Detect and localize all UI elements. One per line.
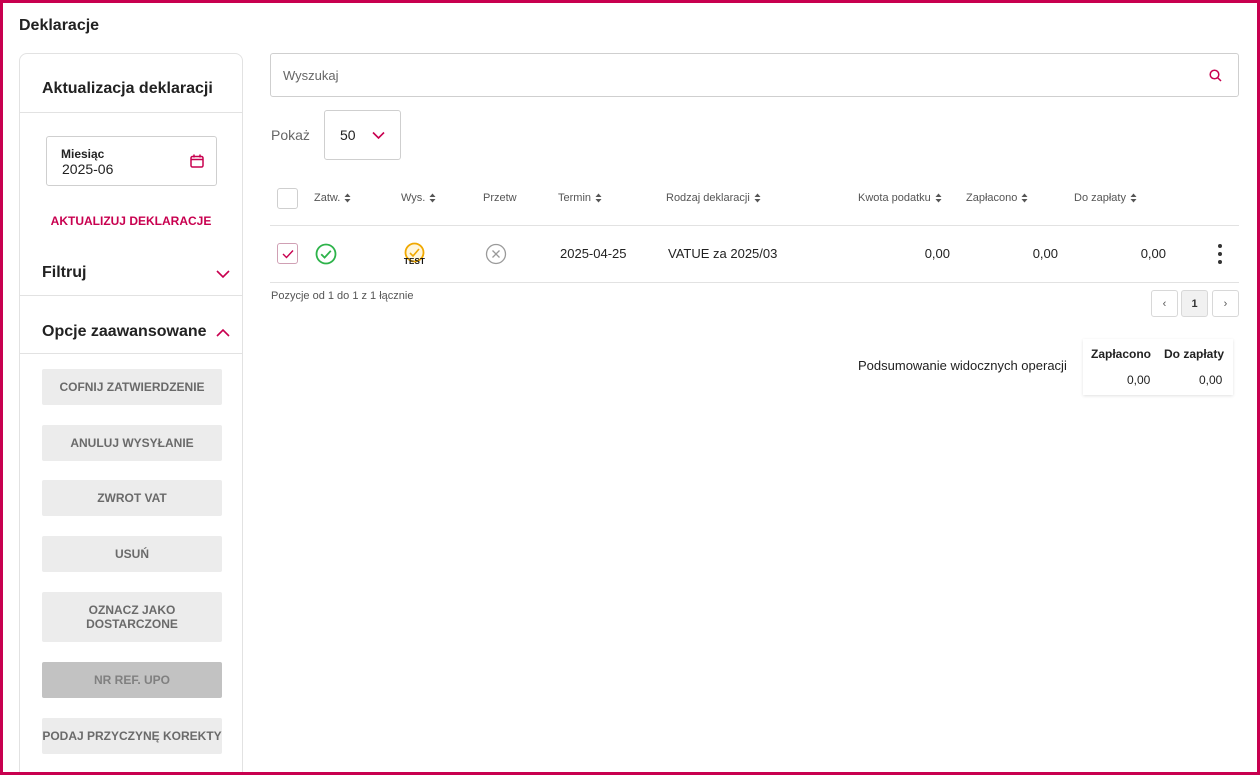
sort-icon	[1130, 193, 1137, 203]
divider	[20, 353, 242, 354]
vat-refund-button[interactable]: ZWROT VAT	[42, 480, 222, 516]
divider	[20, 295, 242, 296]
advanced-toggle[interactable]: Opcje zaawansowane	[42, 323, 242, 341]
header-declaration-type[interactable]: Rodzaj deklaracji	[666, 192, 761, 204]
pagination-info: Pozycje od 1 do 1 z 1 łącznie	[271, 290, 414, 302]
pagination-next-button[interactable]: ›	[1212, 290, 1239, 317]
chevron-up-icon[interactable]	[216, 328, 230, 338]
search-box	[270, 53, 1239, 97]
header-approved-label: Zatw.	[314, 192, 341, 204]
advanced-title: Opcje zaawansowane	[42, 323, 207, 340]
month-field[interactable]: Miesiąc 2025-06	[46, 136, 217, 186]
summary-paid-header: Zapłacono	[1091, 347, 1152, 361]
filter-title: Filtruj	[42, 264, 87, 281]
header-approved[interactable]: Zatw.	[314, 192, 351, 204]
filter-toggle[interactable]: Filtruj	[42, 264, 242, 282]
page-size-select[interactable]: 50	[324, 110, 401, 160]
update-section-title: Aktualizacja deklaracji	[42, 80, 213, 97]
upo-ref-number-button[interactable]: NR REF. UPO	[42, 662, 222, 698]
test-badge-label: TEST	[403, 257, 426, 266]
month-value: 2025-06	[62, 161, 114, 177]
search-input[interactable]	[283, 54, 1183, 96]
header-paid[interactable]: Zapłacono	[966, 192, 1028, 204]
show-label: Pokaż	[271, 127, 310, 143]
sort-icon	[754, 193, 761, 203]
summary-to-pay-header: Do zapłaty	[1164, 347, 1225, 361]
header-sent[interactable]: Wys.	[401, 192, 436, 204]
row-declaration-type: VATUE za 2025/03	[668, 246, 778, 261]
test-sent-icon: TEST	[401, 242, 428, 268]
sort-icon	[595, 193, 602, 203]
row-checkbox[interactable]	[277, 243, 298, 264]
sort-icon	[935, 193, 942, 203]
table-header-divider	[270, 225, 1239, 226]
correction-reason-button[interactable]: PODAJ PRZYCZYNĘ KOREKTY	[42, 718, 222, 754]
page-size-value: 50	[340, 127, 356, 143]
header-paid-label: Zapłacono	[966, 192, 1018, 204]
pagination-page-1[interactable]: 1	[1181, 290, 1208, 317]
app-frame: Deklaracje Aktualizacja deklaracji Miesi…	[0, 0, 1260, 775]
calendar-icon[interactable]	[190, 154, 204, 168]
sort-icon	[429, 193, 436, 203]
header-tax-amount-label: Kwota podatku	[858, 192, 931, 204]
summary-to-pay-value: 0,00	[1199, 373, 1223, 387]
sort-icon	[344, 193, 351, 203]
check-icon	[282, 250, 294, 259]
undo-approval-button[interactable]: COFNIJ ZATWIERDZENIE	[42, 369, 222, 405]
select-all-checkbox[interactable]	[277, 188, 298, 209]
not-processed-icon	[485, 243, 507, 265]
search-icon[interactable]	[1209, 69, 1222, 82]
chevron-down-icon[interactable]	[216, 269, 230, 279]
header-tax-amount[interactable]: Kwota podatku	[858, 192, 942, 204]
row-deadline: 2025-04-25	[560, 246, 627, 261]
divider	[20, 112, 242, 113]
update-declarations-link[interactable]: AKTUALIZUJ DEKLARACJE	[20, 214, 242, 228]
header-sent-label: Wys.	[401, 192, 426, 204]
header-deadline-label: Termin	[558, 192, 592, 204]
header-to-pay[interactable]: Do zapłaty	[1074, 192, 1137, 204]
header-processed: Przetw	[483, 192, 517, 204]
approved-check-icon	[315, 243, 337, 265]
chevron-down-icon	[372, 131, 385, 140]
summary-table: Zapłacono Do zapłaty 0,00 0,00	[1083, 339, 1233, 395]
sort-icon	[1021, 193, 1028, 203]
header-declaration-type-label: Rodzaj deklaracji	[666, 192, 750, 204]
cancel-sending-button[interactable]: ANULUJ WYSYŁANIE	[42, 425, 222, 461]
summary-paid-value: 0,00	[1127, 373, 1151, 387]
page-title: Deklaracje	[19, 17, 100, 34]
header-to-pay-label: Do zapłaty	[1074, 192, 1126, 204]
more-options-icon[interactable]	[1217, 243, 1223, 265]
row-tax-amount: 0,00	[924, 246, 950, 261]
summary-label: Podsumowanie widocznych operacji	[858, 358, 1067, 373]
table-row-divider	[270, 282, 1239, 283]
header-deadline[interactable]: Termin	[558, 192, 602, 204]
row-paid: 0,00	[1032, 246, 1058, 261]
row-to-pay: 0,00	[1140, 246, 1166, 261]
delete-button[interactable]: USUŃ	[42, 536, 222, 572]
left-panel: Aktualizacja deklaracji Miesiąc 2025-06 …	[19, 53, 243, 772]
pagination-prev-button[interactable]: ‹	[1151, 290, 1178, 317]
mark-delivered-button[interactable]: OZNACZ JAKO DOSTARCZONE	[42, 592, 222, 642]
month-label: Miesiąc	[61, 147, 105, 161]
